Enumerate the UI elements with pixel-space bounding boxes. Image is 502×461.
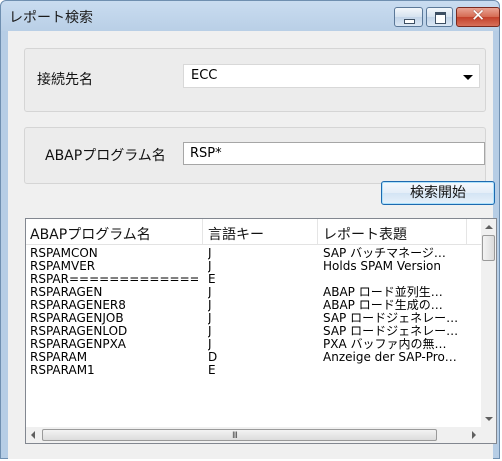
program-name-cell: RSPARAGENLOD [30,325,128,338]
table-row[interactable]: RSPAMCON J SAP バッチマネージ… [26,247,481,260]
column-divider[interactable] [317,219,318,244]
program-name-cell: RSPARAGEN [30,286,103,299]
search-start-button[interactable]: 検索開始 [381,181,495,205]
minimize-button[interactable] [394,7,423,27]
chevron-down-icon [463,75,473,80]
scrollbar-corner [481,427,496,443]
table-row[interactable]: RSPARAGENJOB J SAP ロードジェネレー… [26,312,481,325]
program-name-value: RSP* [190,146,222,161]
report-title-cell: SAP ロードジェネレー… [323,325,459,338]
column-header-language-key[interactable]: 言語キー [208,224,264,244]
table-row[interactable]: RSPARAGEN J ABAP ロード並列生… [26,286,481,299]
program-name-cell: RSPAR==============… [30,273,198,286]
language-key-cell: E [208,364,216,377]
report-search-window: レポート検索 ✕ 接続先名 ECC ABAPプログラム名 RSP* 検索開始 A… [0,0,500,459]
table-row[interactable]: RSPAMVER J Holds SPAM Version [26,260,481,273]
close-button[interactable]: ✕ [456,6,500,27]
horizontal-scroll-thumb[interactable]: III [42,429,437,441]
program-filter-group: ABAPプログラム名 RSP* [24,127,486,184]
report-title-cell: ABAP ロード生成の… [323,299,443,312]
title-bar[interactable]: レポート検索 ✕ [1,1,500,31]
program-name-cell: RSPARAGENER8 [30,299,126,312]
report-title-cell: Holds SPAM Version [323,260,441,273]
table-row[interactable]: RSPAR==============… E [26,273,481,286]
table-row[interactable]: RSPARAGENER8 J ABAP ロード生成の… [26,299,481,312]
maximize-icon [435,12,446,24]
minimize-icon [404,19,415,24]
report-title-cell: PXA バッファ内の無… [323,338,447,351]
scroll-up-arrow-icon[interactable] [485,225,493,229]
table-row[interactable]: RSPARAM D Anzeige der SAP-Pro… [26,351,481,364]
language-key-cell: J [208,312,212,325]
language-key-cell: J [208,299,212,312]
report-title-cell: ABAP ロード並列生… [323,286,443,299]
vertical-scroll-thumb[interactable] [482,235,495,261]
program-name-cell: RSPAMVER [30,260,96,273]
grip-icon: III [232,431,238,441]
program-name-cell: RSPARAM [30,351,88,364]
table-row[interactable]: RSPARAGENLOD J SAP ロードジェネレー… [26,325,481,338]
language-key-cell: J [208,338,212,351]
program-name-input[interactable]: RSP* [183,142,485,165]
language-key-cell: J [208,260,212,273]
table-row[interactable]: RSPARAM1 E [26,364,481,377]
connection-group: 接続先名 ECC [24,48,486,112]
report-title-cell: Anzeige der SAP-Pro… [323,351,457,364]
program-name-cell: RSPAMCON [30,247,98,260]
vertical-scrollbar[interactable] [481,219,496,427]
program-name-cell: RSPARAGENJOB [30,312,124,325]
language-key-cell: D [208,351,218,364]
window-title: レポート検索 [9,10,93,26]
scroll-down-arrow-icon[interactable] [485,417,493,421]
report-title-cell: SAP ロードジェネレー… [323,312,459,325]
maximize-button[interactable] [426,7,453,27]
scroll-right-arrow-icon[interactable] [472,431,476,439]
language-key-cell: J [208,247,212,260]
list-header: ABAPプログラム名 言語キー レポート表題 [26,219,481,245]
report-title-cell: SAP バッチマネージ… [323,247,446,260]
column-divider[interactable] [202,219,203,244]
language-key-cell: J [208,325,212,338]
report-list[interactable]: ABAPプログラム名 言語キー レポート表題 RSPAMCON J SAP バッ… [25,218,497,444]
connection-label: 接続先名 [37,72,93,88]
connection-value: ECC [191,68,218,83]
program-name-label: ABAPプログラム名 [45,148,166,164]
column-header-report-title[interactable]: レポート表題 [323,224,407,244]
program-name-cell: RSPARAGENPXA [30,338,127,351]
language-key-cell: J [208,286,212,299]
table-row[interactable]: RSPARAGENPXA J PXA バッファ内の無… [26,338,481,351]
column-divider[interactable] [466,219,467,244]
program-name-cell: RSPARAM1 [30,364,95,377]
language-key-cell: E [208,273,216,286]
scroll-left-arrow-icon[interactable] [31,431,35,439]
horizontal-scrollbar[interactable]: III [26,427,481,443]
close-icon: ✕ [471,6,486,26]
connection-dropdown[interactable]: ECC [183,64,480,88]
column-header-program-name[interactable]: ABAPプログラム名 [30,224,151,244]
dialog-client-area: 接続先名 ECC ABAPプログラム名 RSP* 検索開始 ABAPプログラム名… [8,31,497,459]
